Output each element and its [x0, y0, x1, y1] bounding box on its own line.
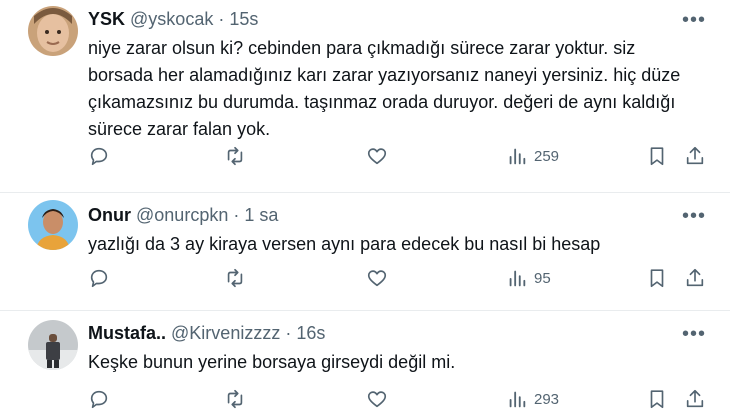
bookmark-icon [650, 269, 664, 288]
share-button[interactable] [684, 267, 706, 289]
avatar[interactable] [28, 6, 78, 56]
bookmark-button[interactable] [646, 145, 668, 167]
analytics-icon [509, 391, 526, 408]
retweet-button[interactable] [224, 388, 246, 410]
display-name[interactable]: YSK [88, 9, 125, 29]
more-options-icon[interactable]: ••• [682, 323, 706, 346]
views-button[interactable]: 259 [506, 145, 559, 167]
reply-icon [90, 147, 108, 166]
reply-icon [90, 390, 108, 409]
tweet-actions: 95 [88, 267, 708, 293]
avatar[interactable] [28, 320, 78, 370]
tweet-text-line: yazlığı da 3 ay kiraya versen aynı para … [88, 234, 601, 254]
share-icon [686, 389, 704, 408]
views-button[interactable]: 95 [506, 267, 551, 289]
display-name[interactable]: Onur [88, 205, 131, 225]
share-icon [686, 268, 704, 287]
user-handle[interactable]: @Kirvenizzzz [171, 323, 280, 343]
views-count: 293 [534, 390, 560, 408]
heart-icon [367, 148, 387, 165]
timestamp[interactable]: 15s [229, 9, 258, 29]
reply-button[interactable] [88, 145, 110, 167]
views-count: 95 [534, 269, 551, 287]
timestamp[interactable]: 1 sa [244, 205, 278, 225]
user-handle[interactable]: @onurcpkn [136, 205, 228, 225]
separator-dot: · [233, 205, 240, 225]
share-button[interactable] [684, 145, 706, 167]
separator-dot: · [285, 323, 292, 343]
tweet-actions: 293 [88, 388, 708, 414]
heart-icon [367, 391, 387, 408]
views-count: 259 [534, 147, 560, 165]
tweet-header: Mustafa.. @Kirvenizzzz · 16s [88, 323, 325, 344]
like-button[interactable] [366, 267, 388, 289]
tweet-text-line: Keşke bunun yerine borsaya girseydi deği… [88, 352, 456, 372]
tweet-header: Onur @onurcpkn · 1 sa [88, 205, 278, 226]
timestamp[interactable]: 16s [296, 323, 325, 343]
tweet[interactable]: YSK @yskocak · 15s ••• niye zarar olsun ki… [0, 0, 730, 193]
like-button[interactable] [366, 388, 388, 410]
reply-icon [90, 269, 108, 288]
views-button[interactable]: 293 [506, 388, 559, 410]
tweet[interactable]: Mustafa.. @Kirvenizzzz · 16s ••• Keşke bun… [0, 310, 730, 420]
retweet-icon [227, 389, 243, 409]
display-name[interactable]: Mustafa.. [88, 323, 166, 343]
more-options-icon[interactable]: ••• [682, 9, 706, 32]
tweet-text: niye zarar olsun ki? cebinden para çıkma… [88, 35, 688, 143]
tweet-text-line: sürece zarar falan yok. [88, 119, 271, 139]
like-button[interactable] [366, 145, 388, 167]
avatar[interactable] [28, 200, 78, 250]
retweet-icon [227, 268, 243, 288]
tweet-text-line: çıkamazsınız bu durumda. taşınmaz orada … [88, 92, 676, 112]
heart-icon [367, 270, 387, 287]
more-options-icon[interactable]: ••• [682, 205, 706, 228]
user-handle[interactable]: @yskocak [130, 9, 213, 29]
share-icon [686, 146, 704, 165]
tweet-text-line: borsada her alamadığınız karı zarar yazı… [88, 65, 681, 85]
reply-button[interactable] [88, 267, 110, 289]
share-button[interactable] [684, 388, 706, 410]
tweet-text: yazlığı da 3 ay kiraya versen aynı para … [88, 231, 688, 258]
bookmark-icon [650, 390, 664, 409]
analytics-icon [509, 148, 526, 165]
retweet-button[interactable] [224, 145, 246, 167]
tweet-text-line: niye zarar olsun ki? cebinden para çıkma… [88, 38, 636, 58]
tweet-actions: 259 [88, 145, 708, 171]
reply-button[interactable] [88, 388, 110, 410]
retweet-button[interactable] [224, 267, 246, 289]
bookmark-button[interactable] [646, 388, 668, 410]
analytics-icon [509, 270, 526, 287]
tweet-text: Keşke bunun yerine borsaya girseydi deği… [88, 349, 688, 376]
retweet-icon [227, 146, 243, 166]
separator-dot: · [218, 9, 225, 29]
tweet-header: YSK @yskocak · 15s [88, 9, 258, 30]
tweet[interactable]: Onur @onurcpkn · 1 sa ••• yazlığı da 3 ay … [0, 192, 730, 311]
bookmark-button[interactable] [646, 267, 668, 289]
bookmark-icon [650, 147, 664, 166]
